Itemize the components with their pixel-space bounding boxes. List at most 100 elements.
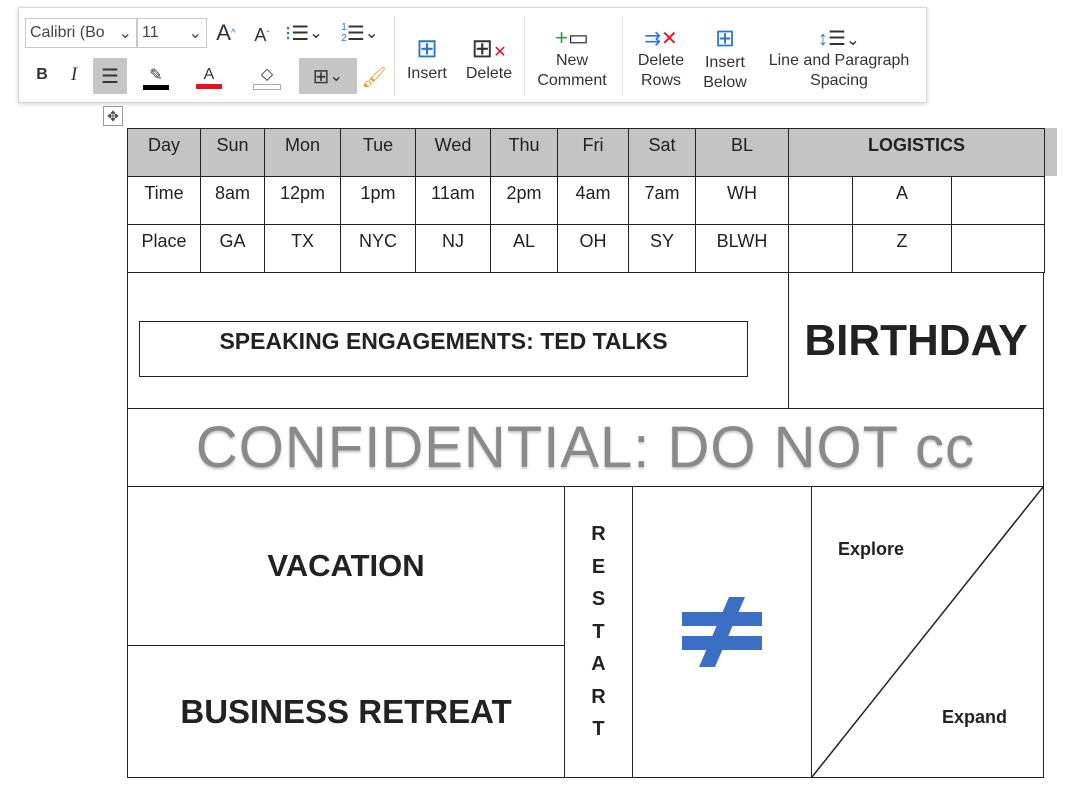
time-row-cell[interactable]: 4am	[557, 176, 629, 225]
restart-letter: S	[591, 588, 606, 611]
new-comment-button[interactable]: +▭ New Comment	[527, 16, 617, 100]
numbering-icon[interactable]: 1 2 ☰ ⌄	[335, 18, 385, 48]
time-row-cell[interactable]: WH	[695, 176, 789, 225]
header-cell[interactable]: Fri	[557, 128, 629, 177]
font-size-value: 11	[142, 24, 159, 41]
header-cell[interactable]: Sat	[628, 128, 696, 177]
header-cell[interactable]: Day	[127, 128, 201, 177]
place-row-cell[interactable]: SY	[628, 224, 696, 273]
place-row-logistics-cell[interactable]	[951, 224, 1045, 273]
place-row-logistics-cell[interactable]	[788, 224, 853, 273]
highlighter-icon: ✎	[149, 66, 163, 84]
insert-table-icon: ⊞	[416, 32, 438, 63]
vacation-cell[interactable]: VACATION	[127, 486, 565, 646]
time-row-logistics-cell[interactable]	[951, 176, 1045, 225]
restart-letter: E	[591, 555, 606, 578]
chevron-down-icon: ⌄	[118, 25, 132, 42]
place-row-cell[interactable]: BLWH	[695, 224, 789, 273]
header-cell[interactable]: Mon	[264, 128, 341, 177]
chevron-down-icon: ⌄	[188, 25, 202, 42]
borders-button[interactable]: ⊞ ⌄	[299, 58, 357, 94]
insert-below-icon: ⊞	[714, 24, 736, 52]
restart-letter: T	[592, 620, 605, 643]
place-row-cell[interactable]: OH	[557, 224, 629, 273]
delete-table-icon: ⊞✕	[471, 32, 507, 63]
header-cell[interactable]: Wed	[415, 128, 491, 177]
delete-rows-label: Delete	[637, 51, 685, 69]
font-color-icon: A	[203, 65, 215, 83]
italic-button[interactable]: I	[61, 60, 87, 90]
new-comment-label-2: Comment	[537, 72, 607, 89]
place-row-cell[interactable]: GA	[200, 224, 265, 273]
restart-cell[interactable]: RESTART	[564, 486, 633, 778]
expand-label: Expand	[942, 707, 1008, 727]
bullets-icon[interactable]: ⁝ ☰ ⌄	[279, 18, 329, 48]
insert-below-label-2: Below	[703, 73, 747, 91]
paint-bucket-icon: ◇	[260, 66, 274, 83]
font-name-dropdown[interactable]: Calibri (Bo ⌄	[25, 18, 137, 48]
speaking-engagements-textbox[interactable]: SPEAKING ENGAGEMENTS: TED TALKS	[139, 321, 748, 377]
time-row-logistics-cell[interactable]	[788, 176, 853, 225]
explore-label: Explore	[838, 539, 905, 559]
header-cell[interactable]: Thu	[490, 128, 558, 177]
insert-below-label: Insert	[704, 53, 745, 71]
row-selection-marker	[1043, 128, 1057, 176]
header-cell[interactable]: Sun	[200, 128, 265, 177]
insert-below-button[interactable]: ⊞ Insert Below	[695, 16, 755, 100]
time-row-cell[interactable]: 2pm	[490, 176, 558, 225]
restart-letter: A	[591, 653, 606, 676]
font-name-value: Calibri (Bo	[30, 24, 105, 41]
shading-button[interactable]: ◇	[245, 60, 289, 94]
header-cell[interactable]: LOGISTICS	[788, 128, 1045, 177]
time-row-cell[interactable]: 11am	[415, 176, 491, 225]
restart-letter: R	[591, 685, 606, 708]
place-row-logistics-cell[interactable]: Z	[852, 224, 952, 273]
header-cell[interactable]: Tue	[340, 128, 416, 177]
time-row-cell[interactable]: 8am	[200, 176, 265, 225]
place-row-cell[interactable]: Place	[127, 224, 201, 273]
restart-letter: T	[592, 718, 605, 741]
explore-expand-cell[interactable]: Explore Expand	[811, 486, 1044, 778]
highlight-color-button[interactable]: ✎	[131, 60, 181, 94]
time-row-cell[interactable]: Time	[127, 176, 201, 225]
shrink-font-icon[interactable]: Aˇ	[247, 20, 277, 50]
line-spacing-label: Line and Paragraph	[768, 51, 910, 69]
floating-toolbar: Calibri (Bo ⌄ 11 ⌄ A ^ Aˇ ⁝ ☰ ⌄ 1 2 ☰ ⌄ B I ☰ …	[18, 7, 927, 103]
time-row-logistics-cell[interactable]: A	[852, 176, 952, 225]
insert-button[interactable]: ⊞ Insert	[399, 16, 455, 100]
table-move-handle-icon[interactable]: ✥	[103, 106, 123, 126]
birthday-cell[interactable]: BIRTHDAY	[788, 272, 1044, 409]
new-comment-icon: +▭	[555, 25, 589, 50]
place-row-cell[interactable]: AL	[490, 224, 558, 273]
delete-rows-button[interactable]: ⇉✕ Delete Rows	[631, 16, 691, 100]
business-retreat-cell[interactable]: BUSINESS RETREAT	[127, 645, 565, 778]
center-align-icon[interactable]: ☰	[93, 58, 127, 94]
not-equal-icon	[682, 597, 762, 667]
delete-button[interactable]: ⊞✕ Delete	[459, 16, 519, 100]
time-row-cell[interactable]: 1pm	[340, 176, 416, 225]
format-painter-icon[interactable]: 🖌	[359, 60, 389, 94]
font-color-button[interactable]: A	[187, 60, 231, 94]
delete-rows-icon: ⇉✕	[644, 27, 678, 50]
line-spacing-label-2: Spacing	[810, 71, 868, 89]
place-row-cell[interactable]: NYC	[340, 224, 416, 273]
header-cell[interactable]: BL	[695, 128, 789, 177]
restart-letter: R	[591, 523, 606, 546]
bold-button[interactable]: B	[29, 60, 55, 90]
delete-rows-label-2: Rows	[640, 71, 681, 89]
time-row-cell[interactable]: 7am	[628, 176, 696, 225]
delete-label: Delete	[465, 64, 513, 82]
place-row-cell[interactable]: NJ	[415, 224, 491, 273]
time-row-cell[interactable]: 12pm	[264, 176, 341, 225]
insert-label: Insert	[406, 64, 447, 82]
new-comment-label: New	[555, 52, 588, 69]
line-spacing-icon: ↕☰⌄	[818, 27, 860, 50]
confidential-banner[interactable]: CONFIDENTIAL: DO NOT cc	[127, 408, 1044, 487]
grow-font-icon[interactable]: A ^	[211, 18, 241, 48]
font-size-dropdown[interactable]: 11 ⌄	[137, 18, 207, 48]
place-row-cell[interactable]: TX	[264, 224, 341, 273]
borders-icon: ⊞	[312, 65, 330, 88]
diagonal-divider	[812, 487, 1043, 777]
line-spacing-button[interactable]: ↕☰⌄ Line and Paragraph Spacing	[759, 16, 919, 100]
not-equal-cell[interactable]	[632, 486, 812, 778]
